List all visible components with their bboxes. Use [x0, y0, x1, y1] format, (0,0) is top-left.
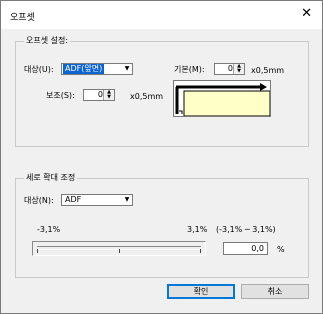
base-unit: x0,5mm	[251, 66, 285, 75]
target-u-label: 대상(U):	[24, 65, 54, 74]
target-u-select[interactable]: ADF(앞면) ▼	[61, 63, 133, 75]
base-label: 기본(M):	[174, 65, 205, 74]
ok-button[interactable]: 확인	[167, 284, 235, 299]
aux-label: 보조(S):	[46, 91, 75, 100]
spinner-arrows-icon[interactable]: ▲ ▼	[233, 64, 244, 74]
aux-unit: x0,5mm	[130, 92, 164, 101]
cancel-button[interactable]: 취소	[241, 284, 309, 299]
offset-preview	[173, 80, 271, 117]
slider-tick	[37, 249, 38, 253]
offset-preview-icon	[175, 83, 271, 117]
target-u-value: ADF(앞면)	[63, 64, 105, 74]
close-icon[interactable]: ✕	[301, 7, 312, 21]
chevron-down-icon[interactable]: ▼	[122, 195, 132, 205]
offset-settings-label: 오프셋 설정:	[24, 36, 71, 46]
scale-slider[interactable]	[32, 241, 206, 256]
offset-dialog: 오프셋 ✕ 오프셋 설정: 대상(U): ADF(앞면) ▼ 기본(M): 0 …	[0, 0, 323, 314]
scale-max-label: 3,1%	[187, 225, 208, 234]
slider-thumb[interactable]	[119, 249, 120, 253]
target-n-value: ADF	[65, 195, 82, 204]
base-spinner[interactable]: 0 ▲ ▼	[214, 63, 245, 75]
aux-spinner[interactable]: 0 ▲ ▼	[83, 89, 115, 101]
scale-min-label: -3,1%	[37, 225, 61, 234]
window-title: 오프셋	[10, 13, 35, 23]
target-n-label: 대상(N):	[24, 196, 54, 205]
scale-range-label: (-3,1% ─ 3,1%)	[216, 225, 276, 234]
title-bar: 오프셋 ✕	[1, 1, 322, 29]
chevron-down-icon[interactable]: ▼	[122, 64, 132, 74]
scale-value-field[interactable]: 0,0	[223, 242, 268, 255]
vertical-scale-label: 세로 확대 조정	[24, 173, 78, 183]
target-n-select[interactable]: ADF ▼	[61, 194, 133, 206]
scale-unit: %	[277, 245, 285, 254]
spinner-arrows-icon[interactable]: ▲ ▼	[103, 90, 114, 100]
slider-tick	[200, 249, 201, 253]
